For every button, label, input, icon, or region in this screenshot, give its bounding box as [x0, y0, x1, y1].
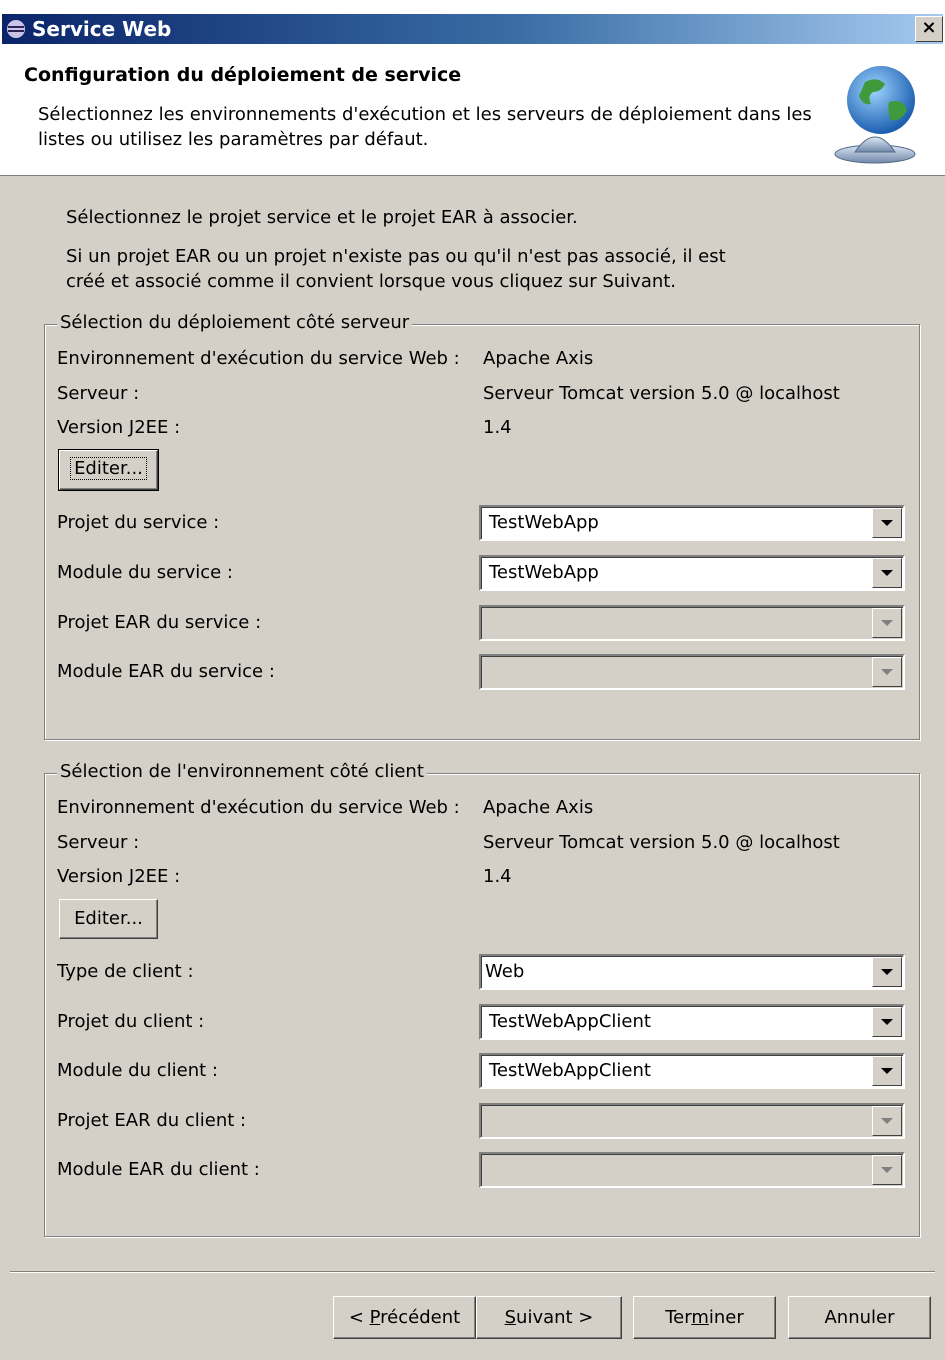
footer-separator [10, 1271, 935, 1273]
chevron-down-icon[interactable] [872, 1155, 902, 1185]
client-project-select[interactable]: TestWebAppClient [479, 1004, 905, 1040]
chevron-down-icon[interactable] [872, 957, 902, 987]
service-ear-module-select[interactable] [479, 654, 905, 690]
next-label-post: uivant > [516, 1307, 594, 1328]
chevron-down-icon[interactable] [872, 558, 902, 588]
client-ear-module-label: Module EAR du client : [57, 1159, 260, 1180]
client-ear-project-label: Projet EAR du client : [57, 1110, 247, 1131]
client-group-legend: Sélection de l'environnement côté client [57, 761, 427, 782]
chevron-down-icon[interactable] [872, 1106, 902, 1136]
service-project-value: TestWebApp [489, 512, 599, 533]
chevron-down-icon[interactable] [872, 1056, 902, 1086]
client-server-value[interactable]: Serveur Tomcat version 5.0 @ localhost [483, 832, 840, 853]
client-j2ee-label: Version J2EE : [57, 866, 181, 887]
chevron-down-icon[interactable] [872, 608, 902, 638]
page-title: Configuration du déploiement de service [24, 64, 462, 86]
server-server-label: Serveur : [57, 383, 140, 404]
client-edit-label: Editer... [74, 908, 143, 929]
chevron-down-icon[interactable] [872, 508, 902, 538]
service-ear-module-label: Module EAR du service : [57, 661, 275, 682]
finish-mnemonic: m [691, 1307, 709, 1328]
client-project-value: TestWebAppClient [489, 1011, 651, 1032]
server-deployment-group: Sélection du déploiement côté serveur En… [44, 312, 920, 740]
intro-text-1: Sélectionnez le projet service et le pro… [66, 207, 578, 228]
wizard-header: Configuration du déploiement de service … [0, 44, 945, 176]
next-button[interactable]: Suivant > [476, 1296, 622, 1339]
service-project-label: Projet du service : [57, 512, 220, 533]
server-j2ee-value: 1.4 [483, 417, 512, 438]
service-module-select[interactable]: TestWebApp [479, 555, 905, 591]
server-edit-button[interactable]: Editer... [58, 449, 159, 491]
eclipse-icon [7, 20, 25, 38]
title-bar-strip: Service Web × [2, 14, 943, 44]
title-bar: Service Web × [0, 0, 945, 44]
page-description: Sélectionnez les environnements d'exécut… [38, 104, 812, 150]
back-label-pre: < [348, 1307, 370, 1328]
finish-label-post: iner [708, 1307, 744, 1328]
client-runtime-label: Environnement d'exécution du service Web… [57, 797, 460, 818]
client-edit-button[interactable]: Editer... [59, 899, 158, 939]
client-type-value: Web [485, 961, 525, 982]
client-module-select[interactable]: TestWebAppClient [479, 1053, 905, 1089]
client-type-select[interactable]: Web [479, 954, 905, 990]
service-ear-project-select[interactable] [479, 605, 905, 641]
intro-text-2: Si un projet EAR ou un projet n'existe p… [66, 246, 726, 292]
close-icon: × [921, 17, 937, 38]
client-runtime-value[interactable]: Apache Axis [483, 797, 593, 818]
chevron-down-icon[interactable] [872, 657, 902, 687]
service-module-value: TestWebApp [489, 562, 599, 583]
server-runtime-value[interactable]: Apache Axis [483, 348, 593, 369]
server-group-legend: Sélection du déploiement côté serveur [57, 312, 413, 333]
web-service-globe-icon [834, 66, 916, 164]
client-server-label: Serveur : [57, 832, 140, 853]
back-button[interactable]: < Précédent [333, 1296, 476, 1339]
server-j2ee-label: Version J2EE : [57, 417, 181, 438]
finish-button[interactable]: Terminer [633, 1296, 776, 1339]
cancel-label: Annuler [824, 1307, 895, 1328]
back-label-post: récédent [380, 1307, 461, 1328]
client-type-label: Type de client : [57, 961, 194, 982]
client-ear-project-select[interactable] [479, 1103, 905, 1139]
service-project-select[interactable]: TestWebApp [479, 505, 905, 541]
chevron-down-icon[interactable] [872, 1007, 902, 1037]
server-edit-label: Editer... [70, 457, 147, 480]
client-module-label: Module du client : [57, 1060, 218, 1081]
window-title: Service Web [32, 17, 172, 41]
cancel-button[interactable]: Annuler [788, 1296, 931, 1339]
client-ear-module-select[interactable] [479, 1152, 905, 1188]
next-mnemonic: S [504, 1307, 517, 1328]
client-module-value: TestWebAppClient [489, 1060, 651, 1081]
client-project-label: Projet du client : [57, 1011, 205, 1032]
client-j2ee-value: 1.4 [483, 866, 512, 887]
server-runtime-label: Environnement d'exécution du service Web… [57, 348, 460, 369]
close-button[interactable]: × [915, 16, 943, 42]
client-environment-group: Sélection de l'environnement côté client… [44, 761, 920, 1237]
service-module-label: Module du service : [57, 562, 233, 583]
back-mnemonic: P [369, 1307, 381, 1328]
server-server-value[interactable]: Serveur Tomcat version 5.0 @ localhost [483, 383, 840, 404]
finish-label-pre: Ter [665, 1307, 692, 1328]
service-ear-project-label: Projet EAR du service : [57, 612, 262, 633]
